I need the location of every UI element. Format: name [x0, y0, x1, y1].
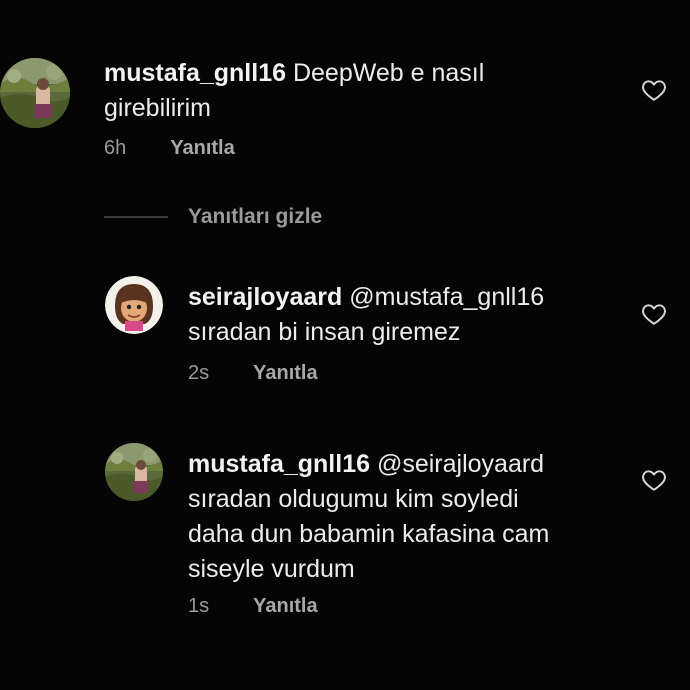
hide-replies-button[interactable]: Yanıtları gizle	[188, 205, 322, 229]
comment-first-line: seirajloyaard @mustafa_gnll16	[188, 280, 628, 315]
hide-replies-row[interactable]: Yanıtları gizle	[104, 205, 322, 229]
user-avatar[interactable]	[0, 58, 70, 128]
comment-text-line: sıradan bi insan giremez	[188, 318, 461, 346]
landscape-photo-avatar-icon	[0, 58, 70, 128]
comment-username[interactable]: mustafa_gnll16	[188, 450, 370, 478]
comment-timestamp: 1s	[188, 595, 210, 617]
comment-text-line: girebilirim	[104, 94, 211, 122]
reply-button[interactable]: Yanıtla	[253, 362, 317, 385]
heart-outline-icon[interactable]	[641, 467, 667, 493]
reply-button[interactable]: Yanıtla	[170, 137, 234, 160]
comment-text-line: @seirajloyaard	[376, 450, 545, 478]
comment-text-line: @mustafa_gnll16	[349, 283, 545, 311]
comment-first-line: mustafa_gnll16 DeepWeb e nasıl	[104, 56, 574, 91]
landscape-photo-avatar-icon	[105, 443, 163, 501]
heart-outline-icon[interactable]	[641, 301, 667, 327]
comment-username[interactable]: mustafa_gnll16	[104, 59, 286, 87]
comment-timestamp: 2s	[188, 362, 210, 384]
comment-meta: 6h Yanıtla	[104, 137, 235, 160]
user-avatar[interactable]	[105, 443, 163, 501]
reply-button[interactable]: Yanıtla	[253, 595, 317, 618]
comment-text-line: DeepWeb e nasıl	[292, 59, 485, 87]
heart-outline-icon[interactable]	[641, 77, 667, 103]
divider-line	[104, 216, 168, 218]
comment-timestamp: 6h	[104, 137, 127, 159]
comment-text-line: daha dun babamin kafasina cam	[188, 520, 550, 548]
user-avatar[interactable]	[105, 276, 163, 334]
comment-username[interactable]: seirajloyaard	[188, 283, 342, 311]
comment-first-line: mustafa_gnll16 @seirajloyaard	[188, 447, 628, 482]
comment-meta: 2s Yanıtla	[188, 362, 318, 385]
comment-text-line: sıradan oldugumu kim soyledi	[188, 485, 519, 513]
cartoon-character-avatar-icon	[105, 276, 163, 334]
comment-text-line: siseyle vurdum	[188, 555, 355, 583]
comment-meta: 1s Yanıtla	[188, 595, 318, 618]
